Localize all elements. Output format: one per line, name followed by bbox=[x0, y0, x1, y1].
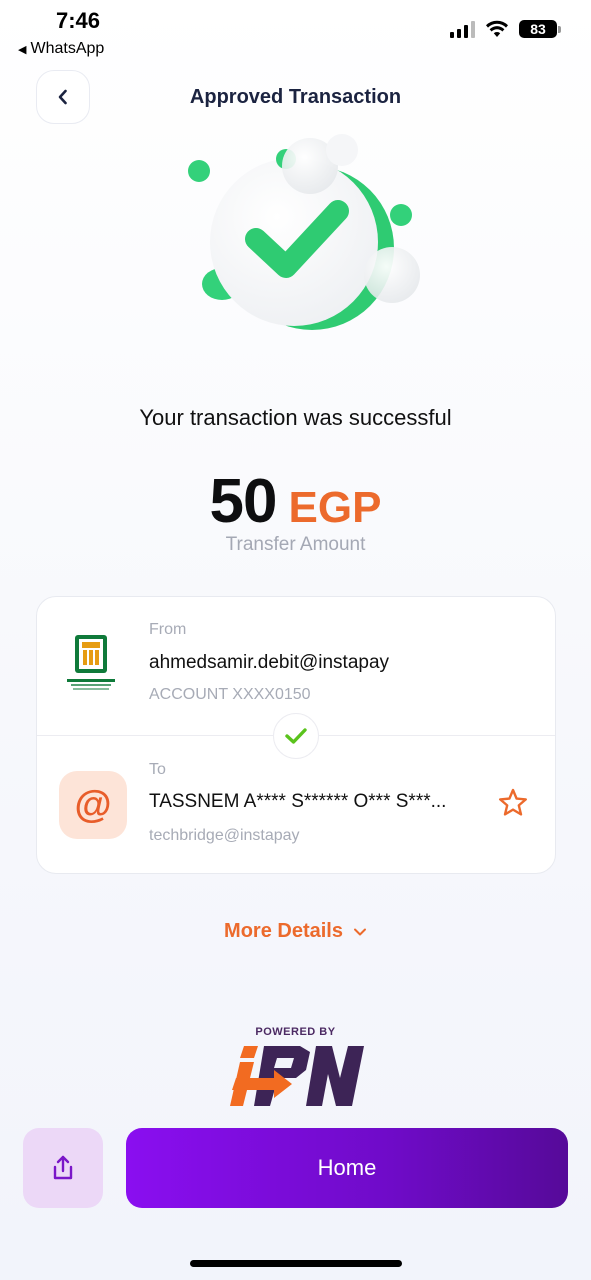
battery-level: 83 bbox=[519, 20, 557, 38]
status-back-label: WhatsApp bbox=[30, 40, 105, 57]
amount-value: 50 bbox=[209, 467, 278, 536]
favorite-star-icon[interactable] bbox=[497, 787, 529, 819]
page-title: Approved Transaction bbox=[189, 86, 402, 108]
home-button[interactable]: Home bbox=[126, 1128, 568, 1208]
at-icon: @ bbox=[74, 784, 112, 826]
transfer-details-card: From ahmedsamir.debit@instapay ACCOUNT X… bbox=[36, 596, 556, 874]
chevron-down-icon bbox=[353, 928, 366, 935]
to-label: To bbox=[149, 761, 166, 778]
from-address: ahmedsamir.debit@instapay bbox=[149, 652, 390, 673]
success-check-illustration bbox=[188, 134, 420, 330]
more-details-label: More Details bbox=[224, 920, 343, 942]
wifi-icon bbox=[486, 20, 508, 37]
powered-by-label: POWERED BY bbox=[255, 1026, 336, 1038]
share-button[interactable] bbox=[23, 1128, 103, 1208]
recipient-avatar: @ bbox=[59, 771, 127, 839]
home-indicator bbox=[190, 1260, 402, 1267]
back-triangle-icon: ◀ bbox=[18, 44, 27, 56]
cellular-signal-icon bbox=[450, 20, 475, 38]
status-time: 7:46 bbox=[56, 8, 101, 33]
battery-icon: 83 bbox=[519, 20, 561, 38]
recipient-address: techbridge@instapay bbox=[149, 827, 300, 844]
success-message: Your transaction was successful bbox=[139, 405, 452, 430]
share-icon bbox=[53, 1155, 73, 1180]
from-label: From bbox=[149, 621, 187, 638]
amount-currency: EGP bbox=[288, 483, 382, 532]
from-account: ACCOUNT XXXX0150 bbox=[149, 686, 311, 703]
more-details-toggle[interactable]: More Details bbox=[0, 920, 591, 943]
status-indicators: 83 bbox=[450, 20, 561, 38]
transfer-amount: 50 EGP bbox=[0, 466, 591, 537]
amount-label: Transfer Amount bbox=[225, 534, 366, 555]
ipn-logo bbox=[230, 1046, 364, 1106]
bank-logo-icon bbox=[67, 635, 115, 690]
recipient-name: TASSNEM A**** S****** O*** S***... bbox=[149, 791, 447, 812]
transfer-check-icon bbox=[273, 713, 319, 759]
status-back-link[interactable]: ◀ WhatsApp bbox=[18, 40, 104, 58]
